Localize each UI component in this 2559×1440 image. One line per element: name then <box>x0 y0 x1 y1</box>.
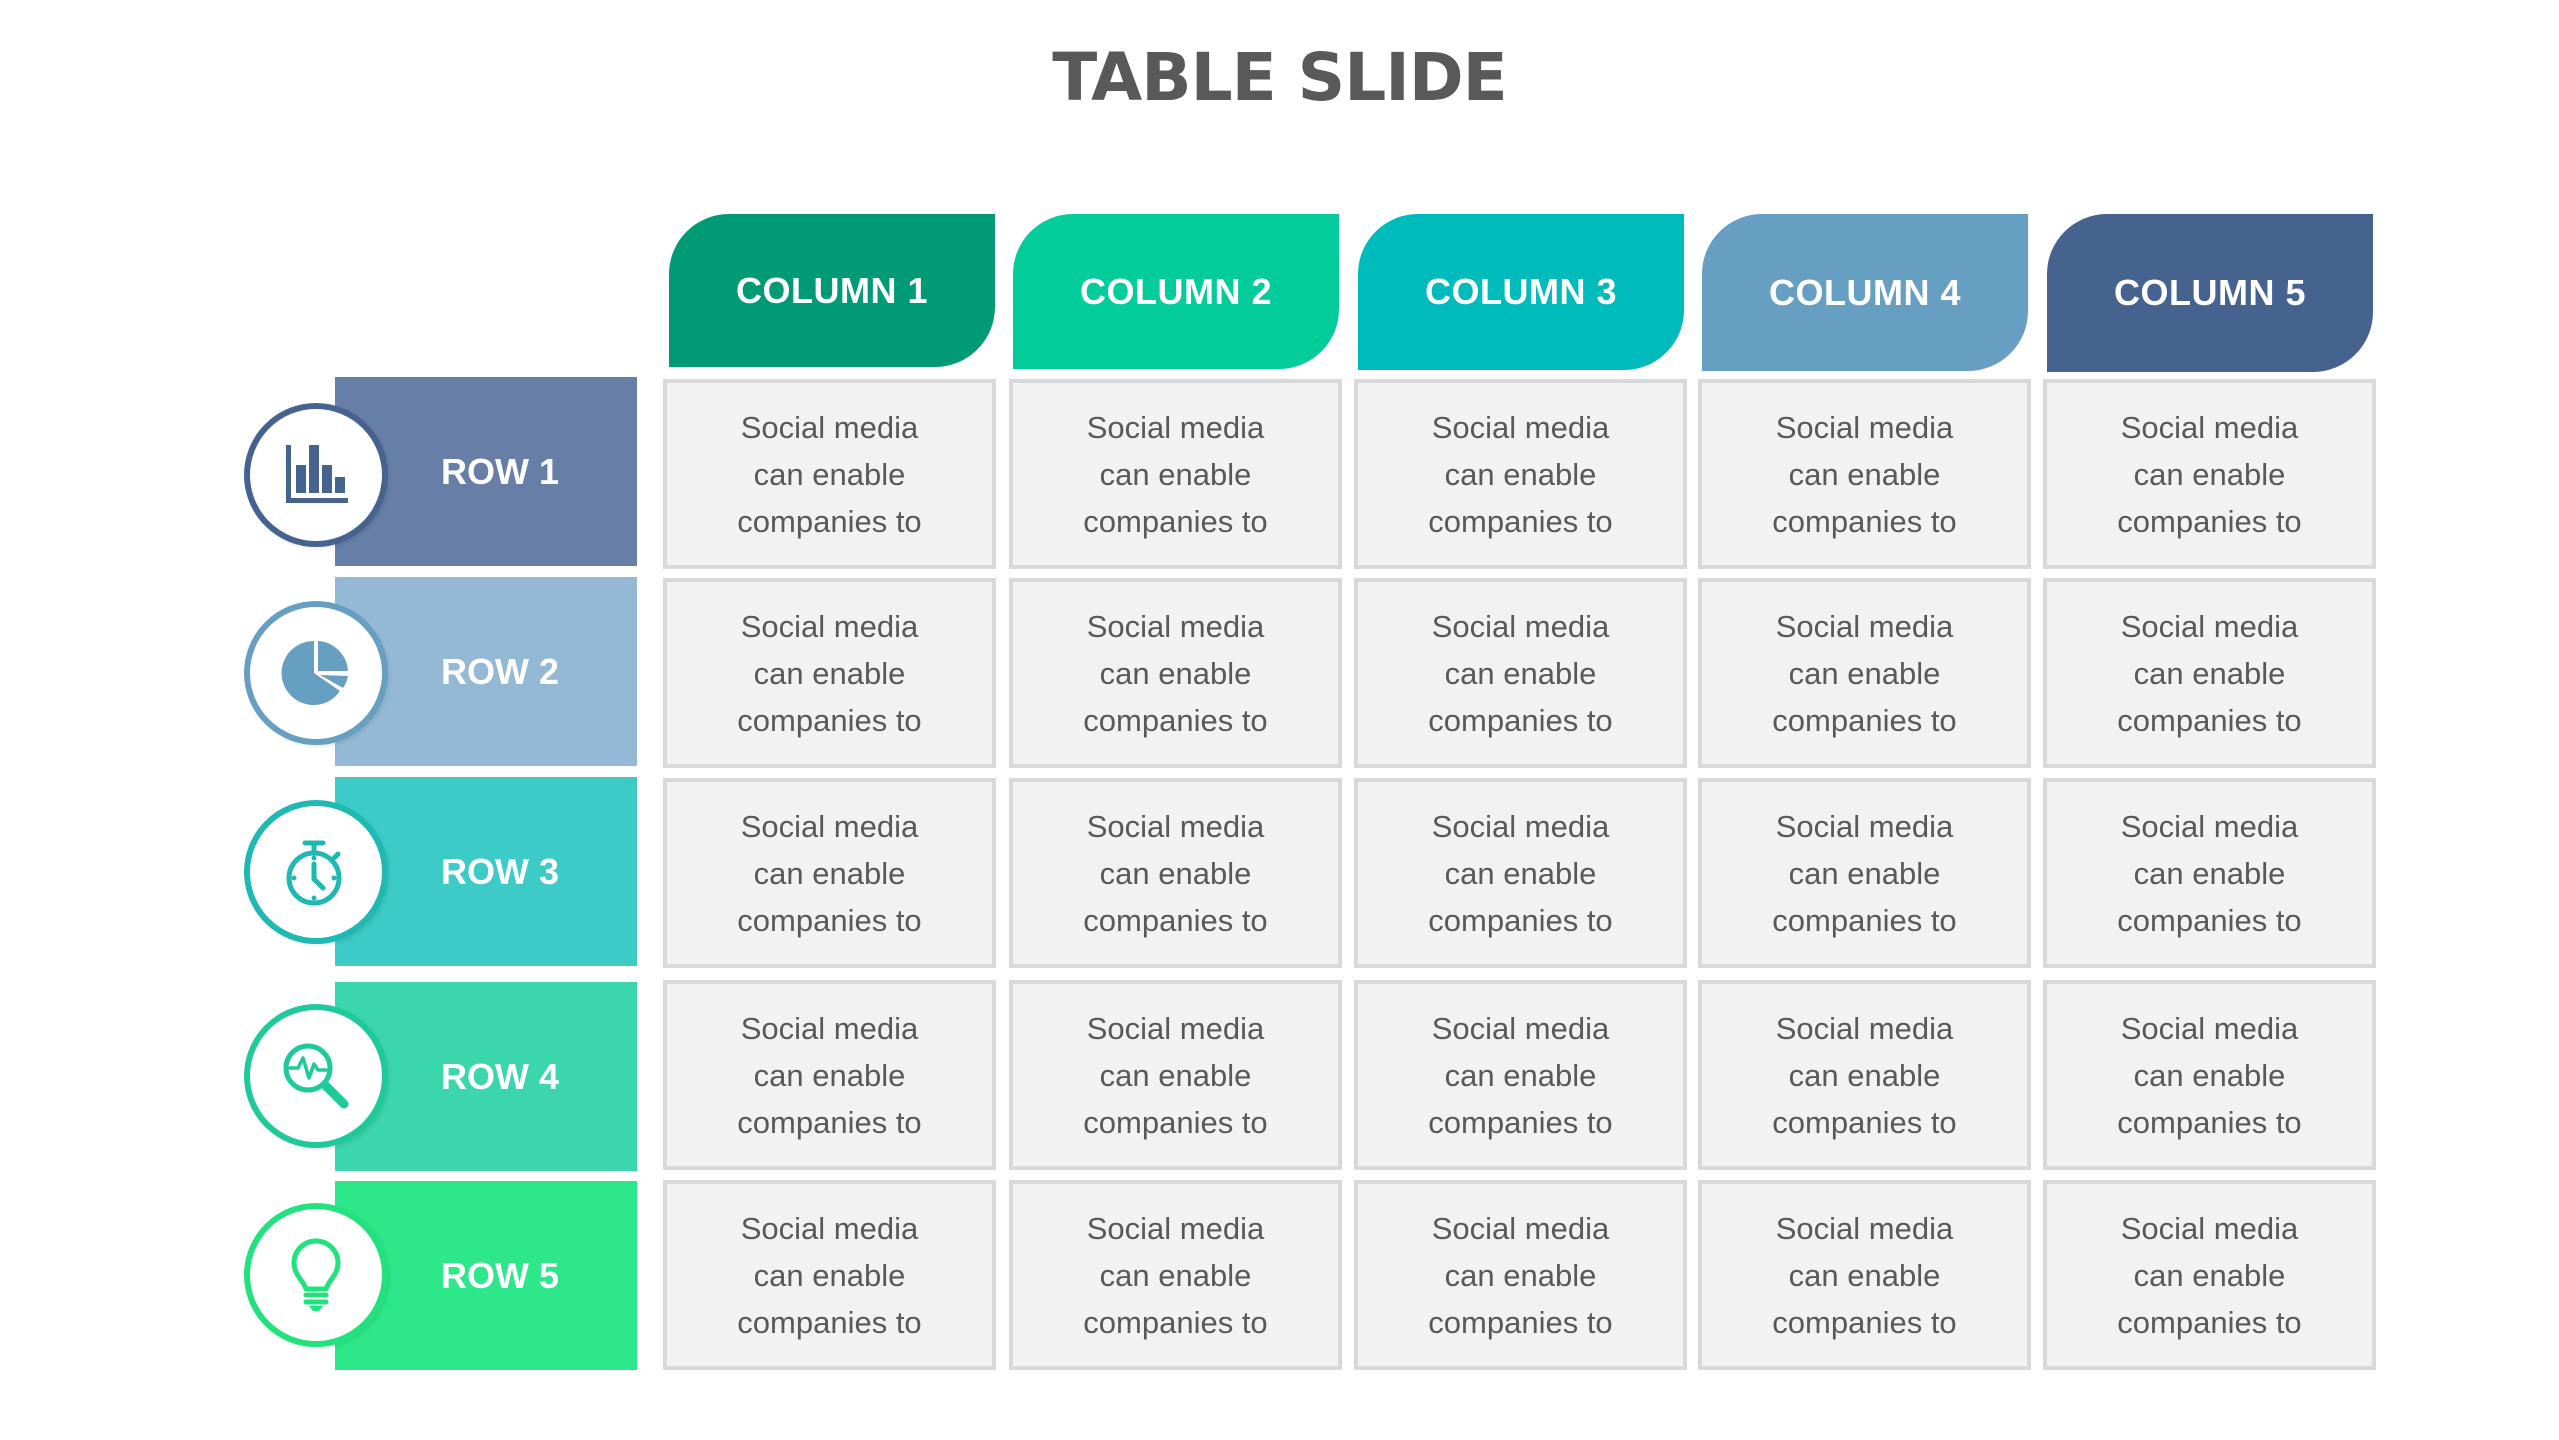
magnifier-pulse-icon <box>283 1043 349 1109</box>
table-cell-text: Social media can enable companies to <box>737 808 922 938</box>
row-icon-circle-2 <box>244 601 388 745</box>
row-label-text: ROW 2 <box>440 650 559 692</box>
table-cell: Social media can enable companies to <box>1698 778 2031 968</box>
table-cell-text: Social media can enable companies to <box>1428 608 1613 738</box>
table-cell-text: Social media can enable companies to <box>2117 808 2302 938</box>
table-cell-text: Social media can enable companies to <box>1083 1210 1268 1340</box>
table-cell-text: Social media can enable companies to <box>1772 608 1957 738</box>
table-cell: Social media can enable companies to <box>663 778 996 968</box>
table-cell-text: Social media can enable companies to <box>1772 1010 1957 1140</box>
table-cell: Social media can enable companies to <box>1698 980 2031 1170</box>
table-cell-text: Social media can enable companies to <box>1772 808 1957 938</box>
column-header-label: COLUMN 2 <box>1080 270 1272 312</box>
table-cell: Social media can enable companies to <box>1009 379 1342 569</box>
table-cell: Social media can enable companies to <box>1698 379 2031 569</box>
table-cell: Social media can enable companies to <box>663 379 996 569</box>
table-cell: Social media can enable companies to <box>1698 578 2031 768</box>
slide-title: TABLE SLIDE <box>1052 39 1507 116</box>
table-cell-text: Social media can enable companies to <box>1083 1010 1268 1140</box>
column-header-label: COLUMN 3 <box>1425 271 1617 312</box>
bar-chart-icon <box>286 445 348 503</box>
column-header-label: COLUMN 5 <box>2114 272 2306 313</box>
table-cell: Social media can enable companies to <box>1354 379 1687 569</box>
table-cell-text: Social media can enable companies to <box>737 409 922 539</box>
table-cell-text: Social media can enable companies to <box>2117 608 2302 738</box>
table-cell-text: Social media can enable companies to <box>1428 1210 1613 1340</box>
table-cell: Social media can enable companies to <box>663 1180 996 1370</box>
table-cell-text: Social media can enable companies to <box>1083 409 1268 539</box>
row-label-text: ROW 5 <box>440 1254 559 1296</box>
table-cell: Social media can enable companies to <box>1698 1180 2031 1370</box>
table-cell: Social media can enable companies to <box>1354 1180 1687 1370</box>
table-cell: Social media can enable companies to <box>1009 980 1342 1170</box>
table-cell-text: Social media can enable companies to <box>737 1010 922 1140</box>
table-cell-text: Social media can enable companies to <box>1428 808 1613 938</box>
table-cell-text: Social media can enable companies to <box>1772 409 1957 539</box>
table-cell: Social media can enable companies to <box>1009 578 1342 768</box>
table-cell-text: Social media can enable companies to <box>1428 409 1613 539</box>
lightbulb-icon <box>291 1238 341 1311</box>
table-cell: Social media can enable companies to <box>2043 578 2376 768</box>
column-header-label: COLUMN 1 <box>736 269 928 311</box>
table-cell-text: Social media can enable companies to <box>737 608 922 738</box>
table-cell: Social media can enable companies to <box>1354 578 1687 768</box>
stopwatch-icon <box>286 840 342 906</box>
row-icon-circle-1 <box>244 403 388 547</box>
table-cell: Social media can enable companies to <box>2043 778 2376 968</box>
row-icon-circle-4 <box>244 1004 388 1148</box>
column-header-4: COLUMN 4 <box>1702 214 2028 371</box>
table-cell-text: Social media can enable companies to <box>737 1210 922 1340</box>
table-cell-text: Social media can enable companies to <box>1083 808 1268 938</box>
table-cell-text: Social media can enable companies to <box>2117 1010 2302 1140</box>
row-label-text: ROW 1 <box>440 450 559 492</box>
table-cell: Social media can enable companies to <box>1009 1180 1342 1370</box>
table-cell: Social media can enable companies to <box>663 578 996 768</box>
table-cell: Social media can enable companies to <box>1009 778 1342 968</box>
column-header-5: COLUMN 5 <box>2047 214 2373 372</box>
table-cell: Social media can enable companies to <box>663 980 996 1170</box>
column-header-1: COLUMN 1 <box>669 214 995 367</box>
row-icon-circle-5 <box>244 1203 388 1347</box>
table-cell-text: Social media can enable companies to <box>1083 608 1268 738</box>
table-cell-text: Social media can enable companies to <box>2117 409 2302 539</box>
table-cell-text: Social media can enable companies to <box>2117 1210 2302 1340</box>
column-header-3: COLUMN 3 <box>1358 214 1684 370</box>
table-cell: Social media can enable companies to <box>1354 778 1687 968</box>
pie-chart-icon <box>281 640 348 705</box>
row-icon-circle-3 <box>244 800 388 944</box>
table-cell-text: Social media can enable companies to <box>1428 1010 1613 1140</box>
table-cell: Social media can enable companies to <box>1354 980 1687 1170</box>
table-cell: Social media can enable companies to <box>2043 1180 2376 1370</box>
row-label-text: ROW 3 <box>440 850 559 892</box>
column-header-label: COLUMN 4 <box>1769 271 1961 313</box>
table-cell: Social media can enable companies to <box>2043 980 2376 1170</box>
table-cell-text: Social media can enable companies to <box>1772 1210 1957 1340</box>
table-cell: Social media can enable companies to <box>2043 379 2376 569</box>
column-header-2: COLUMN 2 <box>1013 214 1339 369</box>
row-label-text: ROW 4 <box>440 1055 559 1097</box>
